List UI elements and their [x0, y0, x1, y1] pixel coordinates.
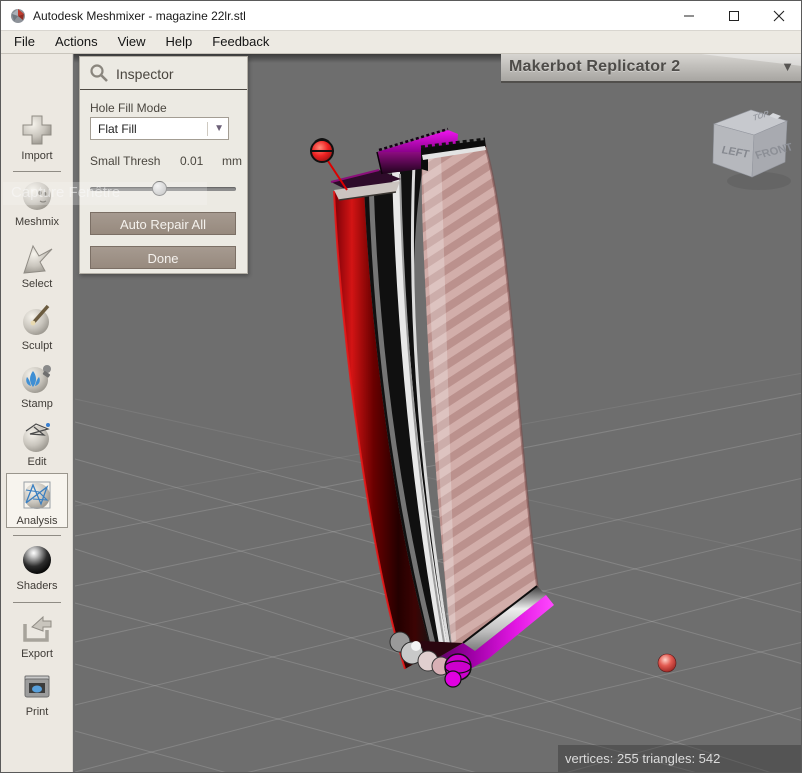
sidebar-item-label: Shaders — [16, 580, 58, 592]
sidebar-item-analysis[interactable]: Analysis — [6, 473, 68, 528]
meshmixer-logo-icon — [11, 9, 25, 23]
close-button[interactable] — [756, 1, 801, 31]
menu-actions[interactable]: Actions — [45, 31, 108, 53]
app-window: Autodesk Meshmixer - magazine 22lr.stl F… — [0, 0, 802, 773]
printer-selector[interactable]: Makerbot Replicator 2 ▼ — [501, 54, 801, 83]
toolbar-divider — [13, 171, 61, 172]
sidebar-item-sculpt[interactable]: Sculpt — [1, 302, 73, 352]
sidebar-item-label: Import — [21, 150, 53, 162]
small-thresh-slider[interactable] — [90, 181, 236, 197]
stamp-fleur-icon — [22, 365, 51, 393]
printer-icon — [24, 675, 50, 698]
sidebar-item-stamp[interactable]: Stamp — [1, 360, 73, 410]
small-thresh-value: 0.01 — [180, 154, 204, 168]
toolbar-divider — [13, 535, 61, 536]
plus-icon — [22, 115, 52, 145]
menu-help[interactable]: Help — [156, 31, 203, 53]
sidebar-item-label: Meshmix — [14, 216, 59, 228]
tool-sidebar: Import Meshmix Select Sculpt Stamp Edit … — [1, 54, 73, 772]
hole-fill-mode-select[interactable]: Flat Fill ▼ — [90, 117, 229, 140]
sidebar-item-export[interactable]: Export — [1, 610, 73, 660]
menu-file[interactable]: File — [4, 31, 45, 53]
shiny-sphere-icon — [23, 546, 51, 574]
maximize-icon — [728, 11, 739, 21]
sidebar-item-label: Print — [25, 706, 49, 718]
sidebar-item-label: Export — [21, 648, 53, 660]
inspector-panel: Inspector Hole Fill Mode Flat Fill ▼ Sma… — [79, 56, 248, 274]
sidebar-item-print[interactable]: Print — [1, 668, 73, 718]
small-thresh-label: Small Thresh — [90, 154, 161, 168]
maximize-button[interactable] — [711, 1, 756, 31]
sidebar-item-edit[interactable]: Edit — [1, 418, 73, 468]
wireframe-pen-icon — [23, 423, 50, 452]
menu-view[interactable]: View — [108, 31, 156, 53]
chevron-down-icon[interactable]: ▼ — [207, 122, 224, 136]
close-icon — [773, 10, 784, 22]
sidebar-item-label: Stamp — [21, 398, 53, 410]
done-button[interactable]: Done — [90, 246, 236, 269]
sidebar-item-label: Analysis — [16, 515, 58, 527]
defect-marker-pin[interactable] — [310, 138, 348, 191]
window-title: Autodesk Meshmixer - magazine 22lr.stl — [33, 9, 246, 23]
sculpt-brush-icon — [23, 304, 50, 335]
status-bar: vertices: 255 triangles: 542 — [558, 745, 801, 772]
sidebar-item-label: Sculpt — [21, 340, 53, 352]
magnifier-icon — [90, 64, 108, 82]
sidebar-item-meshmix[interactable]: Meshmix — [1, 178, 73, 228]
hole-fill-mode-value: Flat Fill — [98, 122, 137, 136]
minimize-button[interactable] — [666, 1, 711, 31]
printer-name: Makerbot Replicator 2 — [509, 58, 681, 75]
minimize-icon — [683, 15, 694, 17]
view-cube[interactable]: TOP LEFT FRONT — [707, 97, 799, 193]
sidebar-item-select[interactable]: Select — [1, 240, 73, 290]
mesh-stats: vertices: 255 triangles: 542 — [565, 751, 721, 766]
menu-bar: File Actions View Help Feedback — [1, 31, 801, 54]
slider-handle[interactable] — [152, 181, 168, 196]
divider — [80, 89, 247, 90]
cursor-arrow-icon — [23, 244, 53, 274]
sidebar-item-label: Select — [21, 278, 53, 290]
hole-fill-mode-label: Hole Fill Mode — [90, 101, 167, 115]
inspector-header: Inspector — [80, 57, 247, 89]
defect-marker-sphere[interactable] — [657, 653, 677, 673]
sphere-face-icon — [23, 182, 51, 210]
dropdown-arrow-icon[interactable]: ▼ — [781, 59, 794, 74]
toolbar-divider — [13, 602, 61, 603]
magazine-model[interactable] — [330, 127, 554, 688]
sidebar-item-import[interactable]: Import — [1, 112, 73, 162]
sidebar-item-shaders[interactable]: Shaders — [1, 542, 73, 592]
export-arrow-icon — [23, 615, 52, 642]
mesh-analysis-icon — [23, 481, 51, 509]
title-bar[interactable]: Autodesk Meshmixer - magazine 22lr.stl — [1, 1, 801, 31]
sidebar-item-label: Edit — [27, 456, 47, 468]
inspector-title: Inspector — [116, 66, 174, 82]
auto-repair-all-button[interactable]: Auto Repair All — [90, 212, 236, 235]
small-thresh-unit: mm — [222, 154, 242, 168]
menu-feedback[interactable]: Feedback — [202, 31, 279, 53]
